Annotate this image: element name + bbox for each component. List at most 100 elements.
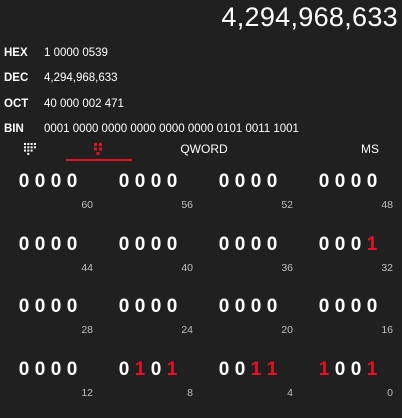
- bit-group: 0000: [216, 293, 306, 321]
- bit-toggle[interactable]: 0: [316, 296, 332, 318]
- bit-toggle[interactable]: 1: [248, 359, 264, 381]
- bit-group: 0000: [16, 356, 106, 384]
- bit-toggle[interactable]: 0: [16, 296, 32, 318]
- bit-group: 0101: [116, 356, 206, 384]
- bit-toggle[interactable]: 0: [164, 234, 180, 256]
- bit-toggle[interactable]: 0: [48, 296, 64, 318]
- bit-toggle[interactable]: 1: [132, 359, 148, 381]
- bit-toggle[interactable]: 0: [248, 296, 264, 318]
- bit-toggle[interactable]: 0: [332, 234, 348, 256]
- bit-toggle[interactable]: 0: [332, 359, 348, 381]
- bit-toggle[interactable]: 0: [64, 171, 80, 193]
- bit-position-label: 40: [181, 262, 193, 274]
- bit-toggle[interactable]: 1: [364, 234, 380, 256]
- bit-toggle[interactable]: 0: [164, 171, 180, 193]
- bit-group: 0000: [16, 293, 106, 321]
- bit-toggle[interactable]: 0: [116, 296, 132, 318]
- bit-toggle[interactable]: 0: [216, 171, 232, 193]
- bit-group: 0000: [316, 168, 402, 196]
- radix-value-oct: 40 000 002 471: [44, 98, 402, 110]
- bit-toggle[interactable]: 0: [148, 171, 164, 193]
- bit-toggle[interactable]: 1: [364, 359, 380, 381]
- bit-toggle[interactable]: 0: [164, 296, 180, 318]
- bit-toggle[interactable]: 0: [332, 296, 348, 318]
- bit-nibble: 000028: [16, 293, 106, 341]
- bit-row: 000012010180011410010: [0, 356, 402, 418]
- bit-toggle[interactable]: 0: [48, 171, 64, 193]
- radix-row-hex[interactable]: HEX 1 0000 0539: [0, 40, 402, 66]
- radix-label-oct: OCT: [0, 98, 44, 110]
- bit-toggle[interactable]: 0: [132, 171, 148, 193]
- bit-toggle[interactable]: 0: [264, 296, 280, 318]
- bit-toggle[interactable]: 0: [132, 234, 148, 256]
- bit-toggle[interactable]: 0: [32, 359, 48, 381]
- full-keypad-button[interactable]: [16, 138, 44, 160]
- bit-toggle[interactable]: 1: [264, 359, 280, 381]
- bit-position-label: 4: [287, 387, 293, 399]
- bit-toggle[interactable]: 0: [248, 171, 264, 193]
- bit-toggle[interactable]: 0: [348, 296, 364, 318]
- bit-nibble: 000024: [116, 293, 206, 341]
- bit-toggle[interactable]: 0: [148, 296, 164, 318]
- bit-toggle[interactable]: 0: [316, 171, 332, 193]
- bit-toggle[interactable]: 0: [64, 234, 80, 256]
- bit-toggle[interactable]: 0: [232, 234, 248, 256]
- bit-toggle[interactable]: 0: [116, 171, 132, 193]
- active-tab-indicator: [66, 159, 132, 161]
- bit-toggle[interactable]: 0: [32, 234, 48, 256]
- bit-toggle[interactable]: 0: [32, 171, 48, 193]
- bit-toggle[interactable]: 0: [216, 234, 232, 256]
- bit-nibble: 000060: [16, 168, 106, 216]
- bit-toggle[interactable]: 0: [348, 171, 364, 193]
- bit-toggle[interactable]: 0: [232, 359, 248, 381]
- bit-toggle[interactable]: 1: [316, 359, 332, 381]
- mode-toolbar: QWORD MS: [0, 138, 402, 162]
- bit-toggle[interactable]: 0: [16, 359, 32, 381]
- bit-toggle[interactable]: 0: [48, 359, 64, 381]
- bit-toggle[interactable]: 0: [132, 296, 148, 318]
- bit-position-label: 8: [187, 387, 193, 399]
- bit-toggle[interactable]: 0: [48, 234, 64, 256]
- bit-toggle[interactable]: 0: [348, 234, 364, 256]
- bit-toggle[interactable]: 0: [348, 359, 364, 381]
- bit-toggle[interactable]: 0: [232, 171, 248, 193]
- bit-group: 0000: [216, 231, 306, 259]
- bit-toggle[interactable]: 0: [64, 359, 80, 381]
- bit-toggle[interactable]: 0: [264, 171, 280, 193]
- bit-toggle[interactable]: 0: [64, 296, 80, 318]
- memory-store-button[interactable]: MS: [352, 138, 388, 160]
- bit-toggle[interactable]: 0: [32, 296, 48, 318]
- bit-toggle[interactable]: 0: [16, 171, 32, 193]
- bit-toggle[interactable]: 0: [332, 171, 348, 193]
- bit-toggle[interactable]: 0: [232, 296, 248, 318]
- bit-toggle[interactable]: 0: [148, 359, 164, 381]
- bit-toggling-keypad-button[interactable]: [66, 138, 132, 160]
- bit-toggle[interactable]: 0: [216, 359, 232, 381]
- bit-toggle[interactable]: 0: [116, 234, 132, 256]
- bit-toggle[interactable]: 0: [16, 234, 32, 256]
- bit-group: 0011: [216, 356, 306, 384]
- bit-nibble: 000040: [116, 231, 206, 279]
- bit-toggle[interactable]: 1: [164, 359, 180, 381]
- bit-row: 000044000040000036000132: [0, 231, 402, 294]
- bit-group: 0000: [316, 293, 402, 321]
- bit-toggle[interactable]: 0: [248, 234, 264, 256]
- word-size-button[interactable]: QWORD: [170, 138, 238, 160]
- bit-nibble: 000056: [116, 168, 206, 216]
- radix-row-dec[interactable]: DEC 4,294,968,633: [0, 66, 402, 92]
- radix-row-oct[interactable]: OCT 40 000 002 471: [0, 91, 402, 117]
- bit-group: 0000: [16, 231, 106, 259]
- bit-position-label: 12: [81, 387, 93, 399]
- bit-toggle[interactable]: 0: [264, 234, 280, 256]
- bit-toggle[interactable]: 0: [364, 171, 380, 193]
- bit-toggle[interactable]: 0: [148, 234, 164, 256]
- bit-position-label: 56: [181, 199, 193, 211]
- bit-nibble: 000044: [16, 231, 106, 279]
- bit-toggle[interactable]: 0: [116, 359, 132, 381]
- bit-toggle[interactable]: 0: [216, 296, 232, 318]
- bit-group: 0000: [216, 168, 306, 196]
- bit-toggle[interactable]: 0: [364, 296, 380, 318]
- bit-nibble: 000012: [16, 356, 106, 404]
- bit-toggle[interactable]: 0: [316, 234, 332, 256]
- bit-nibble: 000020: [216, 293, 306, 341]
